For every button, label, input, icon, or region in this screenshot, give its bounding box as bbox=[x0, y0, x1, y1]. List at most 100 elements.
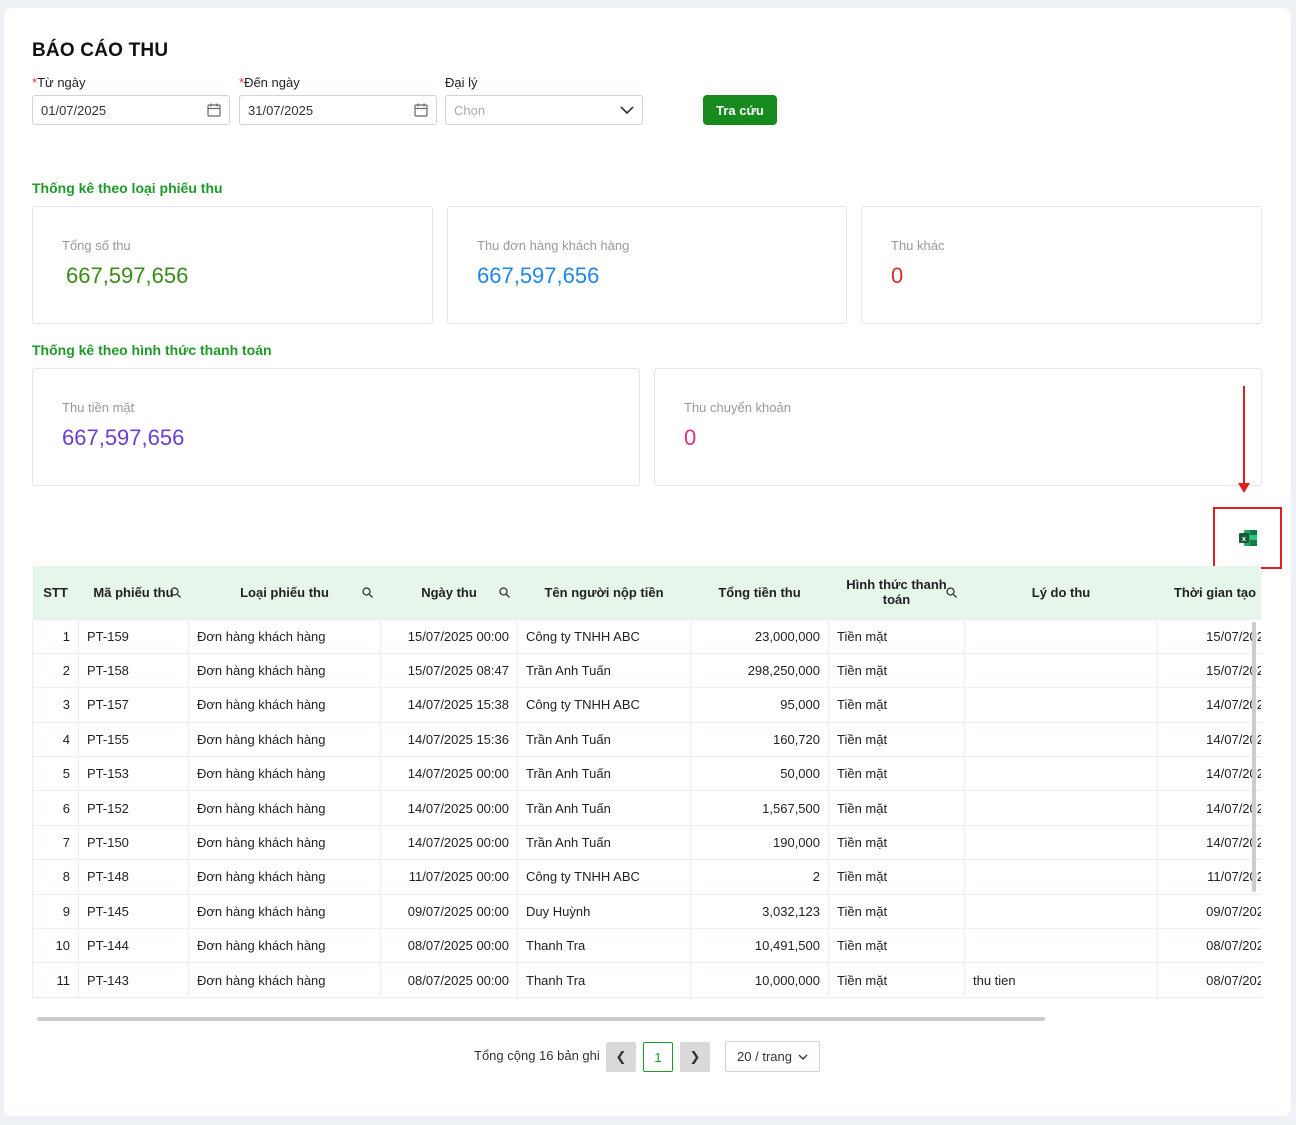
stat-value: 667,597,656 bbox=[66, 263, 189, 288]
stat-card-total: Tổng số thu 667,597,656 bbox=[32, 206, 433, 324]
table-row[interactable]: 10 PT-144 Đơn hàng khách hàng 08/07/2025 00… bbox=[32, 928, 1261, 964]
cell-receipt-code: PT-157 bbox=[78, 687, 189, 723]
agent-select[interactable]: Chọn bbox=[445, 95, 643, 125]
cell-stt: 9 bbox=[32, 893, 79, 930]
table-row[interactable]: 11 PT-143 Đơn hàng khách hàng 08/07/2025 00… bbox=[32, 962, 1261, 998]
search-icon[interactable] bbox=[361, 586, 373, 598]
cell-total: 190,000 bbox=[690, 824, 829, 861]
col-header-receipt-date[interactable]: Ngày thu bbox=[381, 566, 518, 619]
search-icon[interactable] bbox=[169, 586, 181, 598]
stat-card-cash: Thu tiền mặt 667,597,656 bbox=[32, 368, 640, 486]
stats-by-type-title: Thống kê theo loại phiếu thu bbox=[32, 180, 223, 196]
cell-receipt-date: 15/07/2025 08:47 bbox=[380, 652, 518, 689]
cell-receipt-type: Đơn hàng khách hàng bbox=[188, 756, 381, 792]
stat-label: Tổng số thu bbox=[62, 238, 131, 253]
cell-reason bbox=[964, 618, 1158, 654]
table-row[interactable]: 3 PT-157 Đơn hàng khách hàng 14/07/2025 15:… bbox=[32, 687, 1261, 723]
cell-created-time: 14/07/202 bbox=[1157, 824, 1261, 861]
cell-receipt-code: PT-152 bbox=[78, 790, 189, 826]
horizontal-scrollbar[interactable] bbox=[37, 1017, 1045, 1021]
page-size-select[interactable]: 20 / trang bbox=[725, 1041, 820, 1072]
cell-receipt-type: Đơn hàng khách hàng bbox=[188, 893, 381, 930]
cell-receipt-type: Đơn hàng khách hàng bbox=[188, 652, 381, 689]
col-header-total: Tổng tiền thu bbox=[718, 584, 801, 600]
cell-receipt-type: Đơn hàng khách hàng bbox=[188, 928, 381, 964]
cell-total: 95,000 bbox=[690, 687, 829, 723]
chevron-down-icon bbox=[798, 1049, 808, 1064]
cell-payer: Trần Anh Tuấn bbox=[517, 824, 691, 861]
search-icon[interactable] bbox=[498, 586, 510, 598]
next-page-button[interactable]: ❯ bbox=[680, 1042, 710, 1072]
stats-by-payment-title: Thống kê theo hình thức thanh toán bbox=[32, 342, 272, 358]
agent-label: Đại lý bbox=[445, 75, 478, 90]
cell-payer: Thanh Tra bbox=[517, 962, 691, 998]
chevron-right-icon: ❯ bbox=[689, 1049, 701, 1064]
cell-payment-method: Tiền mặt bbox=[828, 687, 965, 723]
cell-receipt-date: 09/07/2025 00:00 bbox=[380, 893, 518, 930]
table-row[interactable]: 5 PT-153 Đơn hàng khách hàng 14/07/2025 00:… bbox=[32, 756, 1261, 792]
annotation-arrow-head bbox=[1238, 483, 1250, 493]
page-title: BÁO CÁO THU bbox=[32, 40, 169, 61]
cell-created-time: 08/07/202 bbox=[1157, 962, 1261, 998]
search-button[interactable]: Tra cứu bbox=[703, 95, 777, 125]
cell-created-time: 15/07/202 bbox=[1157, 618, 1261, 654]
vertical-scrollbar[interactable] bbox=[1252, 622, 1256, 892]
to-date-label: *Đến ngày bbox=[239, 75, 300, 90]
cell-receipt-type: Đơn hàng khách hàng bbox=[188, 859, 381, 895]
cell-payer: Công ty TNHH ABC bbox=[517, 618, 691, 654]
cell-payment-method: Tiền mặt bbox=[828, 618, 965, 654]
cell-receipt-code: PT-158 bbox=[78, 652, 189, 689]
cell-payment-method: Tiền mặt bbox=[828, 893, 965, 930]
cell-receipt-date: 14/07/2025 15:38 bbox=[380, 687, 518, 723]
cell-reason: thu tien bbox=[964, 962, 1158, 998]
page-size-value: 20 / trang bbox=[737, 1049, 792, 1064]
col-header-receipt-code[interactable]: Mã phiếu thu bbox=[79, 566, 189, 619]
cell-payment-method: Tiền mặt bbox=[828, 824, 965, 861]
table-row[interactable]: 4 PT-155 Đơn hàng khách hàng 14/07/2025 15:… bbox=[32, 721, 1261, 758]
cell-created-time: 14/07/202 bbox=[1157, 790, 1261, 826]
prev-page-button[interactable]: ❮ bbox=[606, 1042, 636, 1072]
col-header-payment-method[interactable]: Hình thức thanh toán bbox=[829, 566, 965, 619]
page-button-current[interactable]: 1 bbox=[643, 1042, 673, 1072]
cell-created-time: 14/07/202 bbox=[1157, 721, 1261, 758]
cell-receipt-type: Đơn hàng khách hàng bbox=[188, 618, 381, 654]
cell-stt: 6 bbox=[32, 790, 79, 826]
cell-receipt-code: PT-159 bbox=[78, 618, 189, 654]
cell-reason bbox=[964, 790, 1158, 826]
stat-label: Thu đơn hàng khách hàng bbox=[477, 238, 630, 253]
cell-receipt-code: PT-144 bbox=[78, 928, 189, 964]
table-row[interactable]: 7 PT-150 Đơn hàng khách hàng 14/07/2025 00:… bbox=[32, 824, 1261, 861]
cell-receipt-date: 11/07/2025 00:00 bbox=[380, 859, 518, 895]
to-date-input[interactable]: 31/07/2025 bbox=[239, 95, 437, 125]
table-row[interactable]: 8 PT-148 Đơn hàng khách hàng 11/07/2025 00:… bbox=[32, 859, 1261, 895]
pagination-total: Tổng cộng 16 bản ghi bbox=[474, 1048, 600, 1063]
table-row[interactable]: 2 PT-158 Đơn hàng khách hàng 15/07/2025 08:… bbox=[32, 652, 1261, 689]
stat-value: 667,597,656 bbox=[62, 425, 185, 450]
stat-card-customer-orders: Thu đơn hàng khách hàng 667,597,656 bbox=[447, 206, 847, 324]
table-row[interactable]: 1 PT-159 Đơn hàng khách hàng 15/07/2025 00:… bbox=[32, 618, 1261, 654]
cell-created-time: 08/07/202 bbox=[1157, 928, 1261, 964]
search-icon[interactable] bbox=[945, 586, 957, 598]
col-header-receipt-type[interactable]: Loại phiếu thu bbox=[189, 566, 381, 619]
excel-icon[interactable]: x bbox=[1238, 528, 1258, 548]
cell-payment-method: Tiền mặt bbox=[828, 652, 965, 689]
cell-stt: 11 bbox=[32, 962, 79, 998]
cell-total: 160,720 bbox=[690, 721, 829, 758]
table-row[interactable]: 6 PT-152 Đơn hàng khách hàng 14/07/2025 00:… bbox=[32, 790, 1261, 826]
cell-receipt-date: 08/07/2025 00:00 bbox=[380, 962, 518, 998]
table-row[interactable]: 9 PT-145 Đơn hàng khách hàng 09/07/2025 00:… bbox=[32, 893, 1261, 930]
cell-receipt-type: Đơn hàng khách hàng bbox=[188, 824, 381, 861]
cell-payment-method: Tiền mặt bbox=[828, 859, 965, 895]
agent-placeholder: Chọn bbox=[454, 102, 486, 118]
cell-total: 23,000,000 bbox=[690, 618, 829, 654]
cell-reason bbox=[964, 859, 1158, 895]
cell-receipt-type: Đơn hàng khách hàng bbox=[188, 790, 381, 826]
stat-card-other: Thu khác 0 bbox=[861, 206, 1262, 324]
cell-stt: 1 bbox=[32, 618, 79, 654]
stat-label: Thu chuyển khoản bbox=[684, 400, 791, 415]
cell-receipt-code: PT-153 bbox=[78, 756, 189, 792]
cell-receipt-date: 15/07/2025 00:00 bbox=[380, 618, 518, 654]
from-date-input[interactable]: 01/07/2025 bbox=[32, 95, 230, 125]
receipts-table: STT Mã phiếu thu Loại phiếu thu Ngày thu… bbox=[32, 566, 1261, 1026]
cell-receipt-type: Đơn hàng khách hàng bbox=[188, 962, 381, 998]
